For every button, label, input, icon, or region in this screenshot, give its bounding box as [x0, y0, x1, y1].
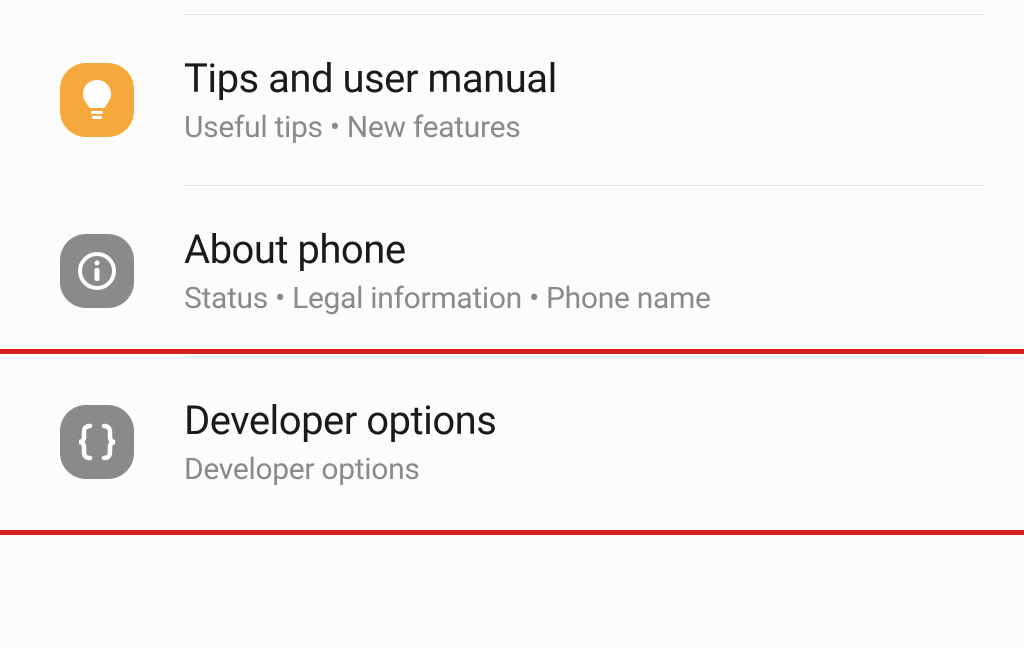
- settings-item-tips[interactable]: Tips and user manual Useful tips • New f…: [20, 15, 1004, 185]
- settings-item-about-phone[interactable]: About phone Status • Legal information •…: [20, 186, 1004, 356]
- item-subtitle: Status • Legal information • Phone name: [184, 281, 711, 316]
- braces-icon: [60, 405, 134, 479]
- item-content: Developer options Developer options: [184, 397, 496, 487]
- info-icon: [60, 234, 134, 308]
- item-title: Tips and user manual: [184, 55, 557, 102]
- item-content: Tips and user manual Useful tips • New f…: [184, 55, 557, 145]
- highlighted-wrapper: Developer options Developer options: [0, 357, 1024, 527]
- item-title: Developer options: [184, 397, 496, 444]
- item-subtitle: Developer options: [184, 452, 496, 487]
- lightbulb-icon: [60, 63, 134, 137]
- settings-item-developer-options[interactable]: Developer options Developer options: [20, 357, 1004, 527]
- item-title: About phone: [184, 226, 711, 273]
- settings-list: Tips and user manual Useful tips • New f…: [0, 0, 1024, 527]
- item-content: About phone Status • Legal information •…: [184, 226, 711, 316]
- item-subtitle: Useful tips • New features: [184, 110, 557, 145]
